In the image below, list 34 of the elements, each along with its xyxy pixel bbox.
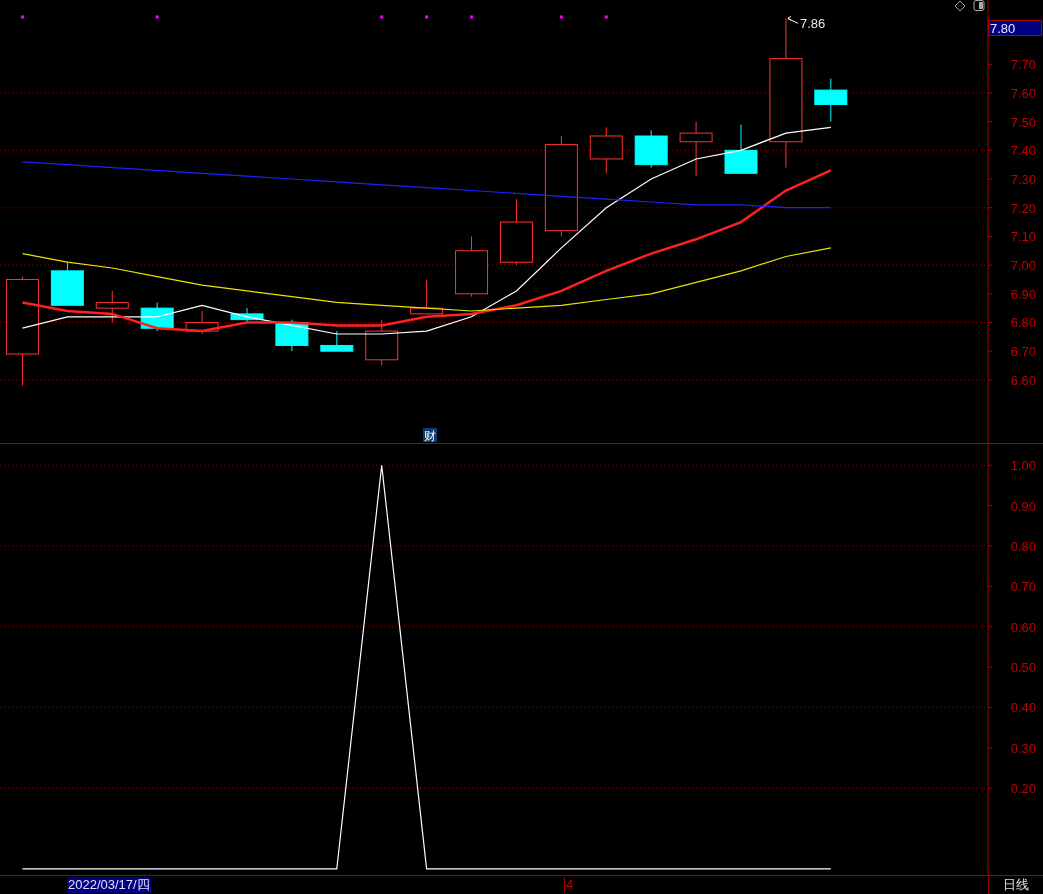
finance-badge[interactable]: 财 <box>423 428 437 443</box>
axis-label: 7.40 <box>1010 143 1036 159</box>
date-label: 2022/03/17/四 <box>67 877 151 893</box>
axis-label: 0.40 <box>1010 700 1036 716</box>
axis-label: 7.70 <box>1010 57 1036 73</box>
axis-label: 0.50 <box>1010 660 1036 676</box>
axis-label: 6.90 <box>1010 286 1036 302</box>
axis-label: 6.70 <box>1010 344 1036 360</box>
high-price-label: 7.86 <box>787 15 826 32</box>
candlestick <box>365 319 399 367</box>
axis-label: 7.60 <box>1010 85 1036 101</box>
period-label[interactable]: 日线 <box>988 876 1043 894</box>
candlestick <box>455 235 489 298</box>
axis-label: 1.00 <box>1010 458 1036 474</box>
axis-label: 7.50 <box>1010 114 1036 130</box>
axis-label: 0.90 <box>1010 498 1036 514</box>
axis-label: 7.20 <box>1010 200 1036 216</box>
current-price-label: 7.80 <box>988 20 1042 36</box>
panel-toggle-icon[interactable] <box>973 0 985 11</box>
axis-label: 7.10 <box>1010 229 1036 245</box>
candlestick <box>410 278 444 315</box>
axis-label: 7.00 <box>1010 258 1036 274</box>
axis-label: 7.30 <box>1010 172 1036 188</box>
axis-label: 0.20 <box>1010 781 1036 797</box>
axis-label: 6.60 <box>1010 372 1036 388</box>
candlestick <box>589 126 623 174</box>
axis-label: 0.70 <box>1010 579 1036 595</box>
axis-label: 6.80 <box>1010 315 1036 331</box>
axis-label: 0.60 <box>1010 619 1036 635</box>
axis-label: 0.80 <box>1010 538 1036 554</box>
axis-label: 0.30 <box>1010 740 1036 756</box>
month-label: 4 <box>564 877 574 893</box>
candlestick <box>140 301 174 332</box>
diamond-icon[interactable] <box>954 0 966 12</box>
